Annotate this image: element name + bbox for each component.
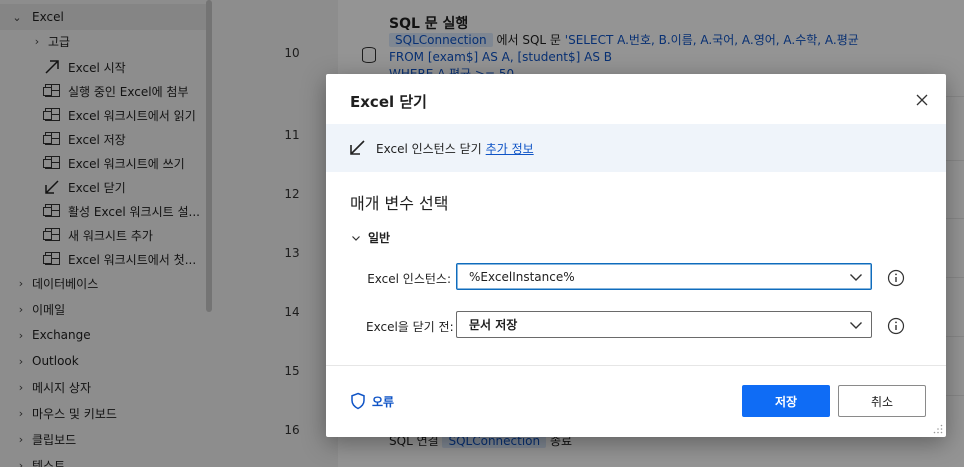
close-icon <box>916 94 928 106</box>
before-close-dropdown[interactable]: 문서 저장 <box>456 311 872 338</box>
before-close-value: 문서 저장 <box>469 318 518 332</box>
instance-value: %ExcelInstance% <box>469 269 575 284</box>
action-info-band: Excel 인스턴스 닫기 추가 정보 <box>326 124 946 172</box>
general-group-toggle[interactable]: 일반 <box>350 229 390 246</box>
footer-divider <box>326 365 946 366</box>
close-arrow-icon <box>350 140 365 155</box>
instance-label: Excel 인스턴스: <box>367 272 451 286</box>
close-button[interactable] <box>910 88 934 112</box>
chevron-down-icon <box>850 322 862 329</box>
errors-label: 오류 <box>372 394 395 409</box>
section-title: 매개 변수 선택 <box>350 194 449 213</box>
excel-close-dialog: Excel 닫기 Excel 인스턴스 닫기 추가 정보 매개 변수 선택 일반… <box>326 74 946 437</box>
resize-grip-icon[interactable] <box>933 424 943 434</box>
info-description: Excel 인스턴스 닫기 <box>376 141 482 156</box>
errors-button[interactable]: 오류 <box>350 392 394 410</box>
shield-icon <box>351 392 365 410</box>
before-close-info-icon[interactable] <box>887 317 905 335</box>
more-info-link[interactable]: 추가 정보 <box>486 140 534 157</box>
dialog-title: Excel 닫기 <box>350 93 427 111</box>
group-label: 일반 <box>368 231 391 245</box>
instance-info-icon[interactable] <box>887 269 905 287</box>
chevron-down-icon <box>850 274 862 281</box>
instance-dropdown[interactable]: %ExcelInstance% <box>456 263 872 290</box>
cancel-button[interactable]: 취소 <box>838 385 926 417</box>
chevron-down-icon <box>352 235 360 241</box>
save-button[interactable]: 저장 <box>742 385 830 417</box>
before-close-label: Excel을 닫기 전: <box>366 320 454 334</box>
